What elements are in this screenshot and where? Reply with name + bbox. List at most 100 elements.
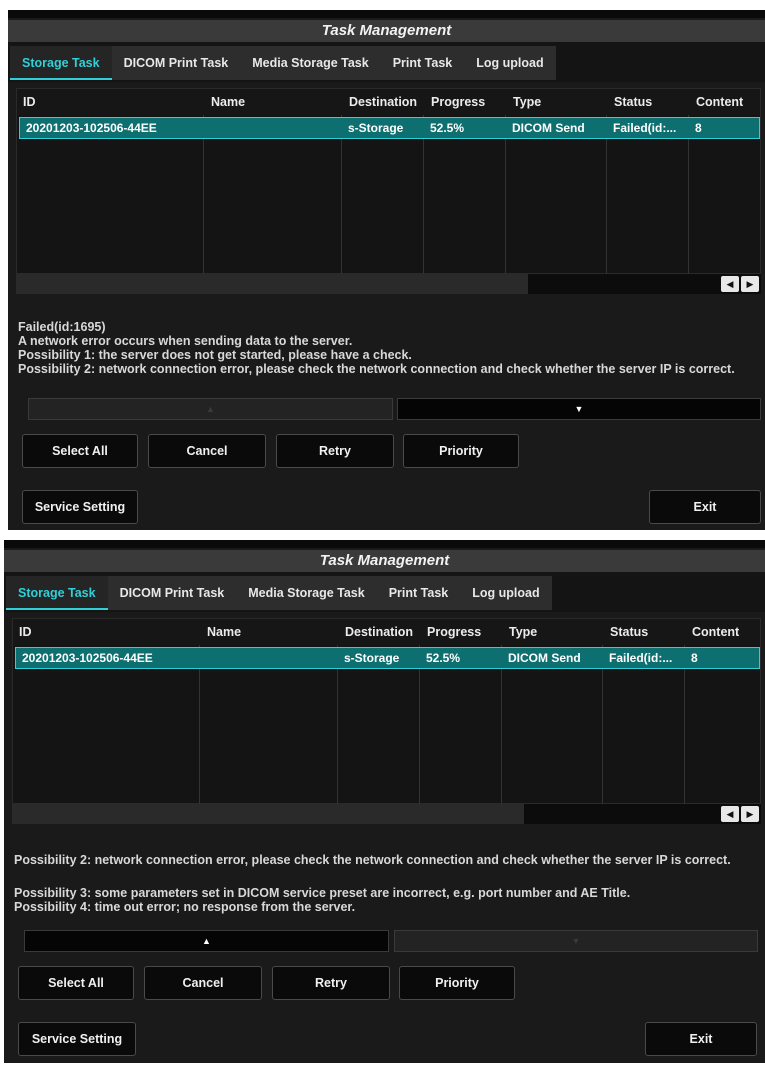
message-line: Failed(id:1695): [18, 320, 106, 334]
retry-button[interactable]: Retry: [276, 434, 394, 468]
dialog-title: Task Management: [4, 550, 765, 572]
tab-log-upload[interactable]: Log upload: [460, 576, 551, 610]
cell-name: [206, 118, 342, 138]
arrow-right-icon[interactable]: ▶: [741, 276, 759, 292]
message-line: Possibility 2: network connection error,…: [18, 362, 735, 376]
tab-bar: Storage Task DICOM Print Task Media Stor…: [8, 42, 765, 82]
column-header-name[interactable]: Name: [201, 619, 241, 645]
retry-button[interactable]: Retry: [272, 966, 390, 1000]
error-message-area: Possibility 3: some parameters set in DI…: [14, 886, 630, 914]
select-all-button[interactable]: Select All: [22, 434, 138, 468]
cell-status: Failed(id:...: [613, 121, 677, 135]
top-strip: [8, 10, 765, 18]
cell-id: 20201203-102506-44EE: [26, 121, 157, 135]
exit-button[interactable]: Exit: [649, 490, 761, 524]
page-down-button[interactable]: ▼: [394, 930, 758, 952]
triangle-down-icon: ▼: [574, 404, 584, 414]
cell-content: 8: [695, 121, 702, 135]
column-divider: [419, 645, 420, 805]
tab-strip: Storage Task DICOM Print Task Media Stor…: [10, 46, 556, 80]
task-management-dialog-bottom: Task Management Storage Task DICOM Print…: [4, 540, 765, 1063]
horizontal-scrollbar[interactable]: ◀ ▶: [16, 274, 761, 294]
column-header-status[interactable]: Status: [608, 89, 652, 115]
tab-print-task[interactable]: Print Task: [381, 46, 465, 80]
column-header-content[interactable]: Content: [686, 619, 739, 645]
column-divider: [203, 115, 204, 275]
column-header-id[interactable]: ID: [17, 89, 36, 115]
tab-storage-task[interactable]: Storage Task: [10, 46, 112, 80]
arrow-right-icon[interactable]: ▶: [741, 806, 759, 822]
table-row[interactable]: 20201203-102506-44EE s-Storage 52.5% DIC…: [15, 647, 760, 669]
table-header: ID Name Destination Progress Type Status…: [13, 619, 760, 645]
column-divider: [501, 645, 502, 805]
arrow-left-icon[interactable]: ◀: [721, 806, 739, 822]
triangle-down-icon: ▼: [571, 936, 581, 946]
cell-type: DICOM Send: [508, 651, 581, 665]
column-header-id[interactable]: ID: [13, 619, 32, 645]
service-setting-button[interactable]: Service Setting: [22, 490, 138, 524]
column-divider: [606, 115, 607, 275]
task-table: ID Name Destination Progress Type Status…: [12, 618, 761, 805]
task-management-dialog-top: Task Management Storage Task DICOM Print…: [8, 10, 765, 530]
column-divider: [423, 115, 424, 275]
tab-strip: Storage Task DICOM Print Task Media Stor…: [6, 576, 552, 610]
column-header-progress[interactable]: Progress: [421, 619, 481, 645]
tab-log-upload[interactable]: Log upload: [464, 46, 555, 80]
column-header-type[interactable]: Type: [503, 619, 537, 645]
tab-dicom-print-task[interactable]: DICOM Print Task: [112, 46, 241, 80]
cell-progress: 52.5%: [430, 121, 465, 135]
cell-content: 8: [691, 651, 698, 665]
column-divider: [337, 645, 338, 805]
error-message-area: Failed(id:1695) A network error occurs w…: [18, 320, 735, 376]
select-all-button[interactable]: Select All: [18, 966, 134, 1000]
column-header-destination[interactable]: Destination: [343, 89, 417, 115]
cell-name: [202, 648, 338, 668]
table-row[interactable]: 20201203-102506-44EE s-Storage 52.5% DIC…: [19, 117, 760, 139]
page-up-button[interactable]: ▲: [24, 930, 389, 952]
cell-progress: 52.5%: [426, 651, 461, 665]
arrow-left-icon[interactable]: ◀: [721, 276, 739, 292]
column-header-name[interactable]: Name: [205, 89, 245, 115]
top-strip: [4, 540, 765, 548]
page-down-button[interactable]: ▼: [397, 398, 761, 420]
column-header-progress[interactable]: Progress: [425, 89, 485, 115]
cell-destination: s-Storage: [344, 651, 400, 665]
column-header-destination[interactable]: Destination: [339, 619, 413, 645]
table-header: ID Name Destination Progress Type Status…: [17, 89, 760, 115]
column-divider: [684, 645, 685, 805]
message-line: Possibility 1: the server does not get s…: [18, 348, 412, 362]
priority-button[interactable]: Priority: [399, 966, 515, 1000]
cancel-button[interactable]: Cancel: [148, 434, 266, 468]
column-divider: [199, 645, 200, 805]
horizontal-scrollbar[interactable]: ◀ ▶: [12, 804, 761, 824]
column-divider: [602, 645, 603, 805]
tab-print-task[interactable]: Print Task: [377, 576, 461, 610]
triangle-up-icon: ▲: [206, 404, 215, 414]
cell-destination: s-Storage: [348, 121, 404, 135]
column-header-status[interactable]: Status: [604, 619, 648, 645]
service-setting-button[interactable]: Service Setting: [18, 1022, 136, 1056]
scrollbar-track[interactable]: [12, 804, 524, 824]
tab-bar: Storage Task DICOM Print Task Media Stor…: [4, 572, 765, 612]
column-header-type[interactable]: Type: [507, 89, 541, 115]
column-divider: [688, 115, 689, 275]
message-line: Possibility 3: some parameters set in DI…: [14, 886, 631, 900]
scrollbar-track[interactable]: [16, 274, 528, 294]
column-header-content[interactable]: Content: [690, 89, 743, 115]
message-line: Possibility 2: network connection error,…: [14, 853, 731, 867]
tab-media-storage-task[interactable]: Media Storage Task: [240, 46, 380, 80]
page-up-button[interactable]: ▲: [28, 398, 393, 420]
column-divider: [505, 115, 506, 275]
message-line: Possibility 4: time out error; no respon…: [14, 900, 356, 914]
cell-status: Failed(id:...: [609, 651, 673, 665]
priority-button[interactable]: Priority: [403, 434, 519, 468]
cancel-button[interactable]: Cancel: [144, 966, 262, 1000]
tab-dicom-print-task[interactable]: DICOM Print Task: [108, 576, 237, 610]
task-table: ID Name Destination Progress Type Status…: [16, 88, 761, 275]
tab-media-storage-task[interactable]: Media Storage Task: [236, 576, 376, 610]
cell-type: DICOM Send: [512, 121, 585, 135]
exit-button[interactable]: Exit: [645, 1022, 757, 1056]
tab-storage-task[interactable]: Storage Task: [6, 576, 108, 610]
triangle-up-icon: ▲: [202, 936, 211, 946]
dialog-title: Task Management: [8, 20, 765, 42]
